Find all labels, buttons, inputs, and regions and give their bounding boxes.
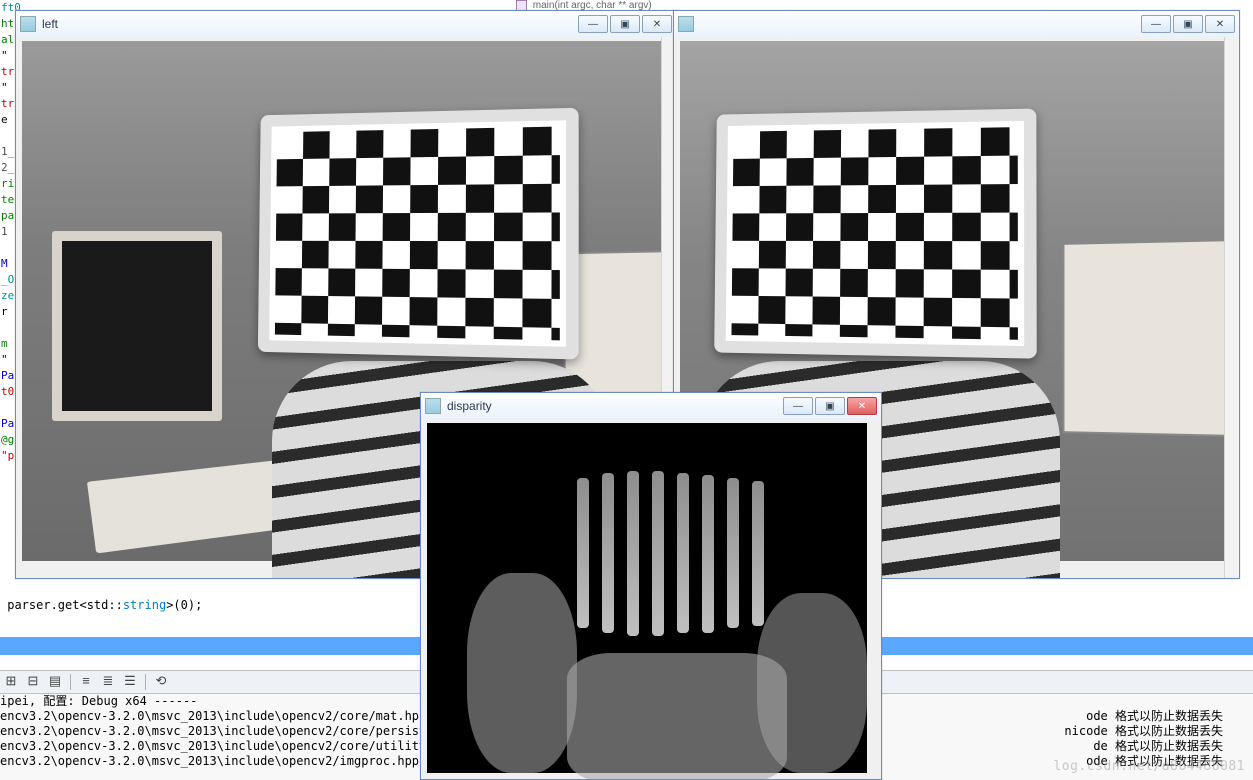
disparity-map xyxy=(427,423,867,773)
opencv-icon xyxy=(678,16,694,32)
window-title-disparity: disparity xyxy=(447,399,781,413)
opencv-icon xyxy=(425,398,441,414)
disparity-stripe xyxy=(677,473,689,633)
disparity-stripe xyxy=(702,475,714,633)
disparity-blob xyxy=(757,593,867,773)
toolbar-button[interactable]: ≡ xyxy=(75,671,97,691)
disparity-stripe xyxy=(752,481,764,626)
toolbar-button[interactable]: ⊟ xyxy=(22,671,44,691)
whiteboard xyxy=(1063,239,1235,437)
toolbar-button[interactable]: ▤ xyxy=(44,671,66,691)
close-button[interactable]: ✕ xyxy=(1205,15,1235,33)
toolbar-button[interactable]: ⟲ xyxy=(150,671,172,691)
crt-monitor xyxy=(52,231,222,421)
separator xyxy=(70,674,71,690)
maximize-button[interactable]: ▣ xyxy=(815,397,845,415)
minimize-button[interactable]: — xyxy=(1141,15,1171,33)
disparity-blob xyxy=(567,653,787,779)
disparity-blob xyxy=(467,573,577,773)
separator xyxy=(145,674,146,690)
close-button[interactable]: ✕ xyxy=(847,397,877,415)
window-body-disparity xyxy=(421,419,881,779)
minimize-button[interactable]: — xyxy=(578,15,608,33)
watermark: log.csdn.net/a864488081 xyxy=(1053,759,1245,774)
disparity-stripe xyxy=(577,478,589,628)
titlebar-left[interactable]: left — ▣ ✕ xyxy=(16,11,676,38)
scrollbar-right[interactable] xyxy=(1224,37,1239,578)
toolbar-button[interactable]: ≣ xyxy=(97,671,119,691)
window-disparity[interactable]: disparity — ▣ ✕ xyxy=(420,392,882,780)
checker-pattern xyxy=(731,127,1017,340)
checker-pattern xyxy=(275,127,560,341)
disparity-stripe xyxy=(727,478,739,628)
window-title-left: left xyxy=(42,17,576,31)
minimize-button[interactable]: — xyxy=(783,397,813,415)
maximize-button[interactable]: ▣ xyxy=(610,15,640,33)
checkerboard-left xyxy=(258,108,579,360)
image-disparity xyxy=(427,423,867,773)
toolbar-button[interactable]: ⊞ xyxy=(0,671,22,691)
disparity-stripe xyxy=(602,473,614,633)
titlebar-disparity[interactable]: disparity — ▣ ✕ xyxy=(421,393,881,420)
disparity-stripe xyxy=(652,471,664,636)
close-button[interactable]: ✕ xyxy=(642,15,672,33)
maximize-button[interactable]: ▣ xyxy=(1173,15,1203,33)
checkerboard-right xyxy=(714,109,1037,359)
titlebar-right[interactable]: — ▣ ✕ xyxy=(674,11,1239,38)
opencv-icon xyxy=(20,16,36,32)
disparity-stripe xyxy=(627,471,639,636)
toolbar-button[interactable]: ☰ xyxy=(119,671,141,691)
